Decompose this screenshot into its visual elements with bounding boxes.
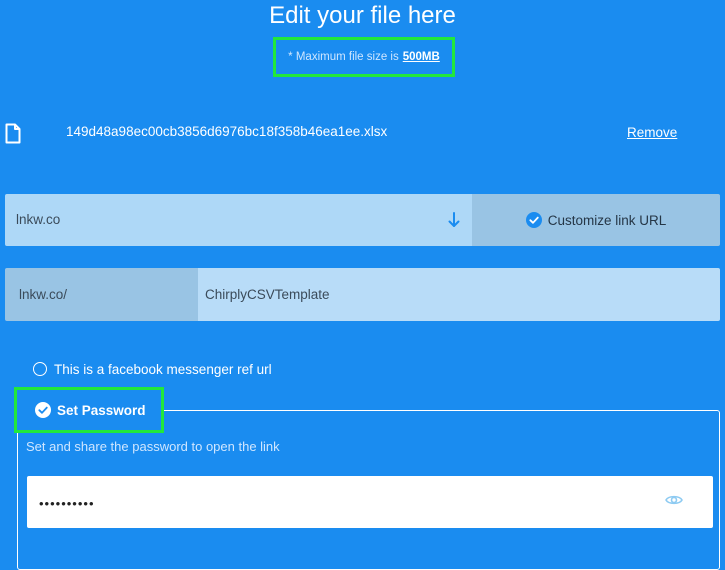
max-file-size-prefix: * Maximum file size is <box>288 51 399 63</box>
domain-select-value: lnkw.co <box>16 212 61 227</box>
messenger-ref-radio[interactable] <box>33 362 47 376</box>
password-field-wrap <box>27 476 713 528</box>
check-circle-icon <box>35 402 51 418</box>
password-hint: Set and share the password to open the l… <box>26 439 280 454</box>
messenger-ref-label: This is a facebook messenger ref url <box>54 361 272 377</box>
max-file-size-note: * Maximum file size is 500MB <box>273 37 455 77</box>
check-circle-icon <box>525 212 542 228</box>
page-title: Edit your file here <box>269 2 456 29</box>
slug-input[interactable] <box>198 268 720 321</box>
remove-file-link[interactable]: Remove <box>627 125 677 140</box>
eye-icon[interactable] <box>665 493 683 507</box>
custom-slug-row: lnkw.co/ <box>5 268 720 321</box>
file-icon <box>5 123 21 144</box>
file-name: 149d48a98ec00cb3856d6976bc18f358b46ea1ee… <box>66 124 388 139</box>
slug-prefix: lnkw.co/ <box>5 268 198 321</box>
domain-row: lnkw.co Customize link URL <box>5 194 720 246</box>
max-file-size-value: 500MB <box>402 51 440 63</box>
set-password-toggle[interactable]: Set Password <box>14 387 164 433</box>
uploaded-file-row: 149d48a98ec00cb3856d6976bc18f358b46ea1ee… <box>0 118 725 148</box>
customize-link-url-button[interactable]: Customize link URL <box>472 194 720 246</box>
password-input[interactable] <box>37 490 641 516</box>
customize-link-url-label: Customize link URL <box>547 212 667 228</box>
messenger-ref-option[interactable]: This is a facebook messenger ref url <box>33 360 272 378</box>
domain-select[interactable]: lnkw.co <box>5 194 472 246</box>
arrow-down-icon <box>448 212 460 227</box>
set-password-legend: Set Password <box>35 402 146 418</box>
set-password-label: Set Password <box>57 402 146 418</box>
